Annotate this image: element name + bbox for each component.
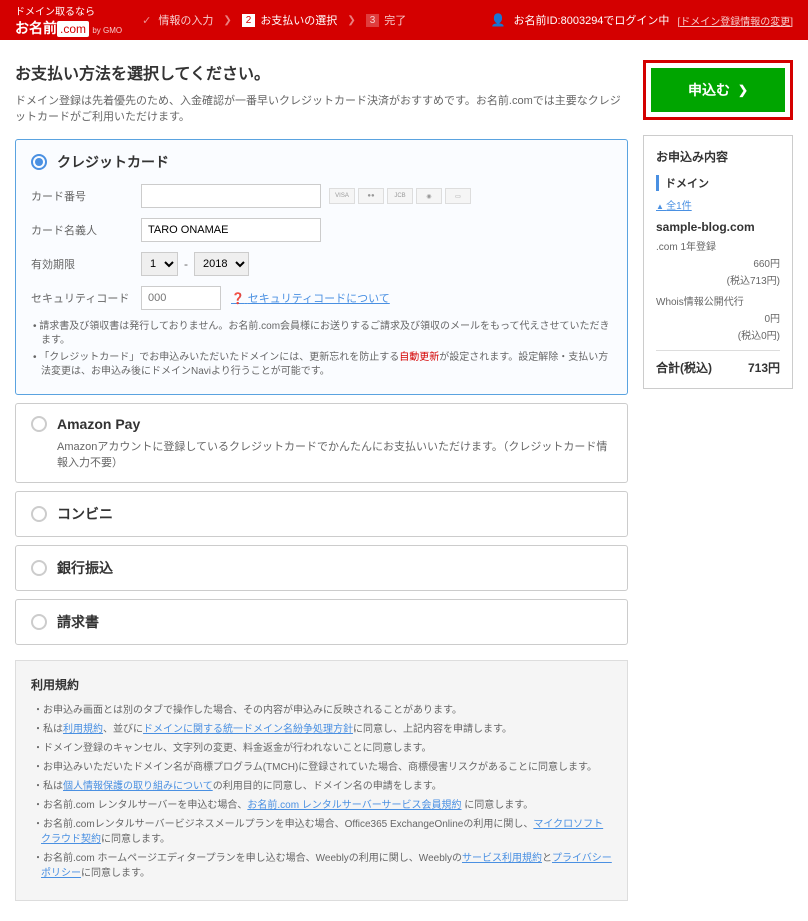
terms-item: 私は個人情報保護の取り組みについての利用目的に同意し、ドメイン名の申請をします。: [31, 779, 612, 794]
card-name-input[interactable]: [141, 218, 321, 242]
apply-button[interactable]: 申込む ❯: [651, 68, 785, 112]
amex-icon: ▭: [445, 188, 471, 204]
page-title: お支払い方法を選択してください。: [15, 60, 628, 84]
terms-link[interactable]: お名前.com レンタルサーバーサービス会員規約: [247, 800, 461, 811]
chevron-right-icon: ❯: [347, 15, 355, 26]
check-icon: ✓: [142, 14, 151, 27]
step-2: 2 お支払いの選択: [242, 12, 338, 28]
step-1: ✓ 情報の入力: [142, 12, 213, 28]
total-label: 合計(税込): [656, 359, 712, 376]
reg-label: .com 1年登録: [656, 238, 716, 253]
step-label: お支払いの選択: [260, 12, 337, 28]
terms-link[interactable]: ドメインに関する統一ドメイン名紛争処理方針: [143, 724, 353, 735]
mastercard-icon: ●●: [358, 188, 384, 204]
step-num: 2: [242, 14, 256, 27]
terms-item: お名前.comレンタルサーバービジネスメールプランを申込む場合、Office36…: [31, 817, 612, 847]
credit-note-1: 請求書及び領収書は発行しておりません。お名前.com会員様にお送りするご請求及び…: [31, 320, 612, 348]
option-title: クレジットカード: [57, 152, 169, 172]
step-label: 完了: [384, 12, 406, 28]
header: ドメイン取るなら お名前.com by GMO ✓ 情報の入力 ❯ 2 お支払い…: [0, 0, 808, 40]
reg-price: 660円: [753, 255, 780, 270]
amazon-desc: Amazonアカウントに登録しているクレジットカードでかんたんにお支払いいただけ…: [31, 438, 612, 470]
expiry-month-select[interactable]: 1: [141, 252, 178, 276]
terms-link[interactable]: サービス利用規約: [462, 853, 542, 864]
terms-item: 私は利用規約、並びにドメインに関する統一ドメイン名紛争処理方針に同意し、上記内容…: [31, 722, 612, 737]
expiry-separator: -: [184, 257, 188, 271]
domain-section-label: ドメイン: [656, 175, 780, 191]
user-id: お名前ID:8003294でログイン中: [514, 12, 670, 28]
expiry-year-select[interactable]: 2018: [194, 252, 249, 276]
terms-title: 利用規約: [31, 676, 612, 693]
radio-amazon[interactable]: [31, 416, 47, 432]
radio-invoice[interactable]: [31, 614, 47, 630]
total-price: 713円: [748, 359, 780, 376]
terms-link[interactable]: 個人情報保護の取り組みについて: [63, 781, 213, 792]
order-count-toggle[interactable]: 全1件: [656, 197, 780, 212]
reg-tax: (税込713円): [727, 272, 780, 287]
whois-tax: (税込0円): [738, 327, 780, 342]
logo-name: お名前: [15, 20, 57, 36]
user-icon: 👤: [491, 13, 506, 27]
option-title: コンビニ: [57, 504, 113, 524]
radio-credit[interactable]: [31, 154, 47, 170]
option-title: 銀行振込: [57, 558, 113, 578]
order-title: お申込み内容: [656, 148, 780, 165]
terms-item: お申込みいただいたドメイン名が商標プログラム(TMCH)に登録されていた場合、商…: [31, 760, 612, 775]
card-name-label: カード名義人: [31, 222, 141, 238]
apply-button-highlight: 申込む ❯: [643, 60, 793, 120]
security-code-label: セキュリティコード: [31, 290, 141, 306]
domain-name: sample-blog.com: [656, 220, 780, 234]
question-icon: ❓: [231, 293, 245, 305]
credit-note-2: 「クレジットカード」でお申込みいただいたドメインには、更新忘れを防止する自動更新…: [31, 351, 612, 379]
radio-bank[interactable]: [31, 560, 47, 576]
terms-section: 利用規約 お申込み画面とは別のタブで操作した場合、その内容が申込みに反映されるこ…: [15, 660, 628, 901]
page-description: ドメイン登録は先着優先のため、入金確認が一番早いクレジットカード決済がおすすめで…: [15, 92, 628, 124]
card-brand-icons: VISA ●● JCB ◉ ▭: [329, 188, 471, 204]
terms-item: お申込み画面とは別のタブで操作した場合、その内容が申込みに反映されることがありま…: [31, 703, 612, 718]
chevron-right-icon: ❯: [738, 83, 748, 97]
user-info: 👤 お名前ID:8003294でログイン中 [ドメイン登録情報の変更]: [491, 12, 793, 28]
security-help-link[interactable]: ❓ セキュリティコードについて: [231, 290, 390, 306]
logo-tagline: ドメイン取るなら: [15, 3, 122, 18]
payment-option-credit[interactable]: クレジットカード カード番号 VISA ●● JCB ◉ ▭ カード名義人: [15, 139, 628, 395]
terms-item: お名前.com ホームページエディタープランを申し込む場合、Weeblyの利用に…: [31, 851, 612, 881]
payment-option-convenience[interactable]: コンビニ: [15, 491, 628, 537]
card-number-input[interactable]: [141, 184, 321, 208]
step-num: 3: [366, 14, 380, 27]
payment-option-amazon[interactable]: Amazon Pay Amazonアカウントに登録しているクレジットカードでかん…: [15, 403, 628, 483]
chevron-right-icon: ❯: [223, 15, 231, 26]
progress-steps: ✓ 情報の入力 ❯ 2 お支払いの選択 ❯ 3 完了: [142, 12, 490, 28]
security-code-input[interactable]: [141, 286, 221, 310]
option-title: 請求書: [57, 612, 99, 632]
option-title: Amazon Pay: [57, 416, 140, 432]
diners-icon: ◉: [416, 188, 442, 204]
logo-sub: by GMO: [92, 26, 122, 35]
payment-option-bank[interactable]: 銀行振込: [15, 545, 628, 591]
radio-convenience[interactable]: [31, 506, 47, 522]
step-3: 3 完了: [366, 12, 407, 28]
terms-link[interactable]: 利用規約: [63, 724, 103, 735]
jcb-icon: JCB: [387, 188, 413, 204]
whois-label: Whois情報公開代行: [656, 293, 744, 308]
visa-icon: VISA: [329, 188, 355, 204]
terms-item: ドメイン登録のキャンセル、文字列の変更、料金返金が行われないことに同意します。: [31, 741, 612, 756]
payment-option-invoice[interactable]: 請求書: [15, 599, 628, 645]
domain-settings-link[interactable]: [ドメイン登録情報の変更]: [677, 13, 793, 28]
logo-suffix: .com: [57, 21, 89, 37]
card-number-label: カード番号: [31, 188, 141, 204]
step-label: 情報の入力: [158, 12, 213, 28]
expiry-label: 有効期限: [31, 256, 141, 272]
logo[interactable]: ドメイン取るなら お名前.com by GMO: [15, 3, 122, 38]
order-summary: お申込み内容 ドメイン 全1件 sample-blog.com .com 1年登…: [643, 135, 793, 389]
whois-price: 0円: [764, 310, 780, 325]
terms-item: お名前.com レンタルサーバーを申込む場合、お名前.com レンタルサーバーサ…: [31, 798, 612, 813]
